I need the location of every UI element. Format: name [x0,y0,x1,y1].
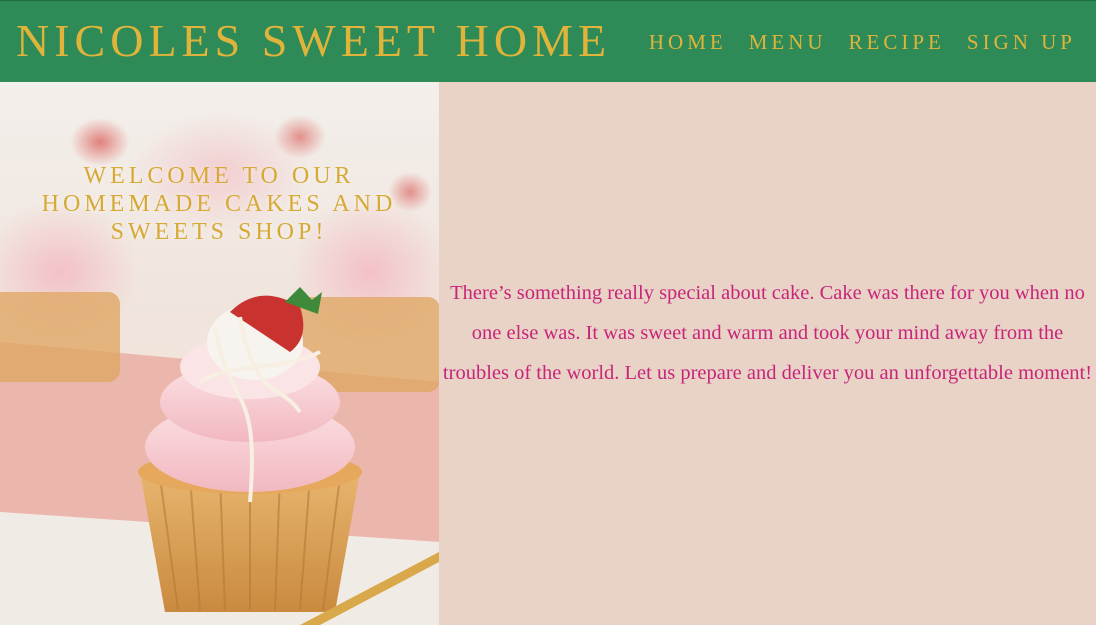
site-logo-text[interactable]: NICOLES SWEET HOME [16,15,611,67]
nav-link-sign-up[interactable]: SIGN UP [967,29,1076,55]
intro-text-panel: There’s something really special about c… [439,82,1096,625]
nav-link-menu[interactable]: MENU [749,29,827,55]
nav-link-recipe[interactable]: RECIPE [849,29,945,55]
intro-paragraph: There’s something really special about c… [442,282,1093,384]
hero-welcome-heading: WELCOME TO OUR HOMEMADE CAKES AND SWEETS… [41,163,397,245]
nav-link-home[interactable]: HOME [649,29,727,55]
main-nav: HOME MENU RECIPE SIGN UP [649,29,1076,55]
hero-image-panel: WELCOME TO OUR HOMEMADE CAKES AND SWEETS… [0,82,439,625]
top-navigation-bar: NICOLES SWEET HOME HOME MENU RECIPE SIGN… [0,0,1096,82]
